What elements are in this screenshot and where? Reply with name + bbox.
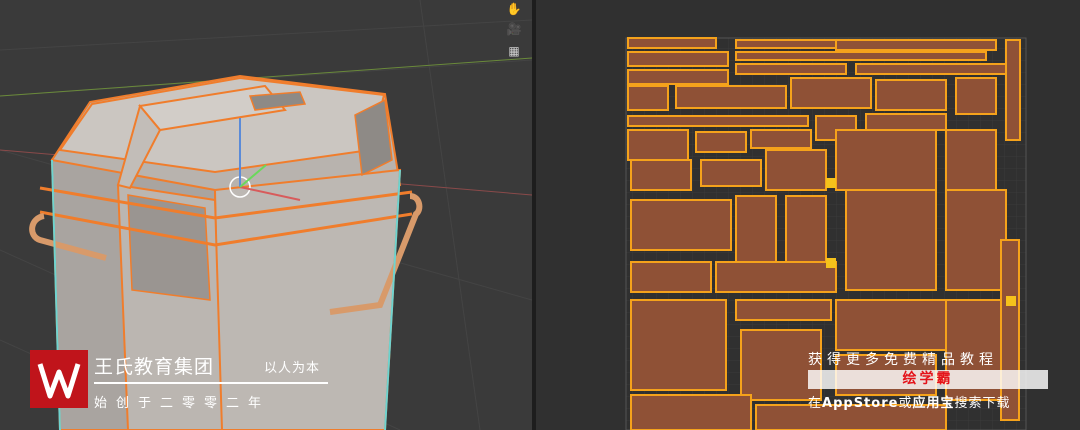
uv-editor[interactable]: 获得更多免费精品教程 绘学霸 在AppStore或应用宝搜索下载 — [536, 0, 1080, 430]
w-logo-icon — [30, 350, 88, 408]
company-slogan: 以人为本 — [264, 361, 321, 376]
promo-brand-name: 绘学霸 — [902, 371, 954, 387]
promo-tagline: 获得更多免费精品教程 — [808, 352, 998, 368]
promo-prefix: 在 — [808, 396, 823, 411]
promo-download-text: 在AppStore或应用宝搜索下载 — [808, 392, 1010, 411]
grid-view-icon[interactable]: ▦ — [503, 42, 525, 60]
watermark-divider — [94, 382, 328, 384]
promo-or: 或 — [898, 396, 913, 411]
camera-icon[interactable]: 🎥 — [503, 20, 525, 38]
promo-yingyongbao: 应用宝 — [912, 396, 955, 411]
promo-suffix: 搜索下载 — [954, 396, 1011, 411]
founded-text: 始创于二零零二年 — [94, 396, 271, 411]
hand-pan-icon[interactable]: ✋ — [503, 0, 525, 18]
crate-model[interactable] — [29, 74, 423, 430]
company-name: 王氏教育集团 — [94, 356, 215, 378]
wangshi-logo — [30, 350, 88, 408]
3d-viewport[interactable]: ✋ 🎥 ▦ 王氏教育集团 以人为本 始创于二零零二年 — [0, 0, 532, 430]
promo-appstore: AppStore — [822, 396, 899, 411]
